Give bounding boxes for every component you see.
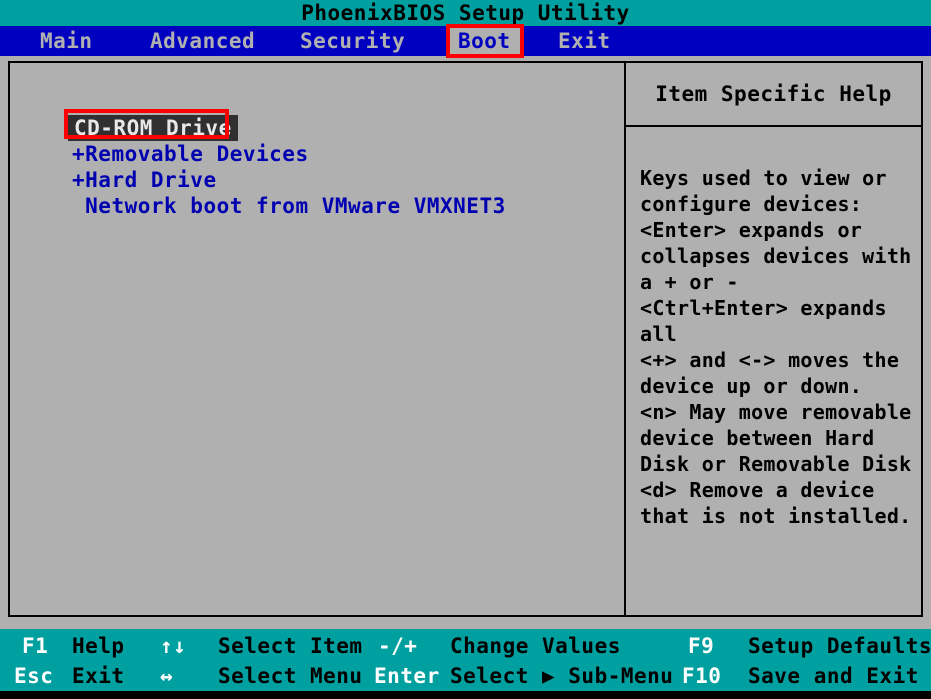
expand-marker-network-boot — [72, 194, 85, 218]
menu-tab-security[interactable]: Security — [290, 26, 415, 56]
main-body: CD-ROM Drive +Removable Devices +Hard Dr… — [0, 56, 931, 629]
key-esc-desc: Exit — [72, 664, 125, 688]
menu-tab-exit[interactable]: Exit — [548, 26, 621, 56]
help-line: configure devices: — [640, 192, 863, 216]
leftright-arrows-icon: ↔ — [160, 664, 174, 688]
boot-item-label-removable-devices: Removable Devices — [85, 142, 309, 166]
select-menu-desc: Select Menu — [218, 664, 363, 688]
help-title-divider — [624, 125, 921, 127]
select-item-desc: Select Item — [218, 634, 363, 658]
save-and-exit-desc: Save and Exit — [748, 664, 919, 688]
help-line: that is not installed. — [640, 504, 912, 528]
help-line: all — [640, 322, 678, 346]
change-values-desc: Change Values — [450, 634, 621, 658]
key-esc[interactable]: Esc — [14, 661, 53, 691]
help-line: Keys used to view or — [640, 166, 887, 190]
window-title: PhoenixBIOS Setup Utility — [0, 0, 931, 26]
expand-marker-removable-devices: + — [72, 142, 86, 166]
status-row-1: F1 Help ↑↓ Select Item -/+ Change Values… — [0, 631, 931, 661]
status-bar: F1 Help ↑↓ Select Item -/+ Change Values… — [0, 629, 931, 691]
panel-divider — [624, 63, 626, 615]
setup-defaults-desc: Setup Defaults — [748, 634, 931, 658]
screen-bottom-border — [0, 691, 931, 699]
boot-item-network-boot[interactable]: Network boot from VMware VMXNET3 — [68, 193, 608, 219]
help-line: <d> Remove a device — [640, 478, 875, 502]
menu-bar: Main Advanced Security Boot Exit — [0, 26, 931, 56]
help-line: Disk or Removable Disk — [640, 452, 912, 476]
help-line: a + or - — [640, 270, 739, 294]
help-line: <+> and <-> moves the — [640, 348, 900, 372]
boot-item-removable-devices[interactable]: +Removable Devices — [68, 141, 608, 167]
boot-item-hard-drive[interactable]: +Hard Drive — [68, 167, 608, 193]
help-line: <Ctrl+Enter> expands — [640, 296, 887, 320]
menu-tab-boot[interactable]: Boot — [448, 26, 521, 56]
boot-item-label-hard-drive: Hard Drive — [85, 168, 217, 192]
menu-tab-main[interactable]: Main — [30, 26, 103, 56]
item-specific-help-body: Keys used to view or configure devices: … — [640, 165, 930, 529]
menu-tab-advanced[interactable]: Advanced — [140, 26, 265, 56]
boot-order-list: CD-ROM Drive +Removable Devices +Hard Dr… — [68, 115, 608, 219]
boot-item-label-network-boot: Network boot from VMware VMXNET3 — [85, 194, 506, 218]
updown-arrows-icon: ↑↓ — [160, 634, 187, 658]
key-f1[interactable]: F1 — [22, 631, 48, 661]
key-f10[interactable]: F10 — [682, 661, 721, 691]
help-line: device up or down. — [640, 374, 863, 398]
help-line: collapses devices with — [640, 244, 912, 268]
content-frame: CD-ROM Drive +Removable Devices +Hard Dr… — [8, 61, 923, 617]
status-row-2: Esc Exit ↔ Select Menu Enter Select ▶ Su… — [0, 661, 931, 691]
key-f1-desc: Help — [72, 634, 125, 658]
key-f9[interactable]: F9 — [688, 631, 714, 661]
item-specific-help-title: Item Specific Help — [655, 82, 892, 106]
help-line: <n> May move removable — [640, 400, 912, 424]
boot-item-cdrom-drive[interactable]: CD-ROM Drive — [68, 115, 238, 141]
key-minus-plus[interactable]: -/+ — [378, 631, 417, 661]
key-enter[interactable]: Enter — [374, 661, 440, 691]
boot-list-row[interactable]: CD-ROM Drive — [68, 115, 608, 141]
expand-marker-hard-drive: + — [72, 168, 86, 192]
select-submenu-desc: Select ▶ Sub-Menu — [450, 664, 674, 688]
help-line: device between Hard — [640, 426, 875, 450]
help-line: <Enter> expands or — [640, 218, 863, 242]
